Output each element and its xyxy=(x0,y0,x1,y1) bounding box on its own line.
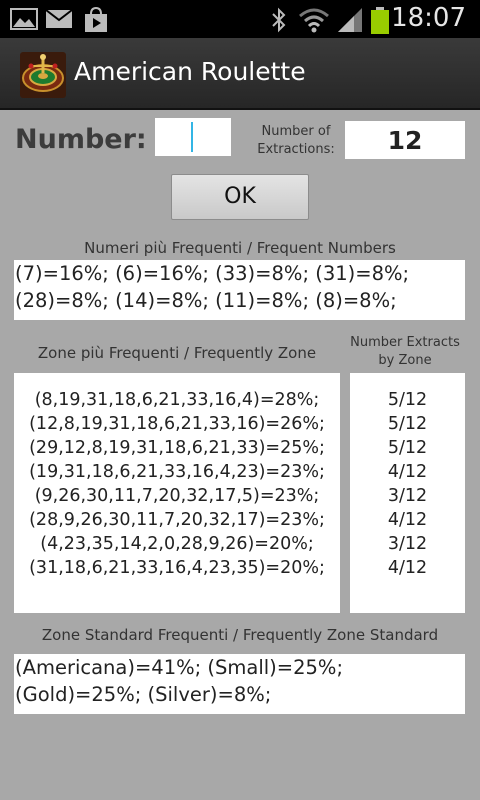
standard-zones-box: (Americana)=41%; (Small)=25%; (Gold)=25%… xyxy=(14,654,465,714)
extractions-label-line1: Number of xyxy=(261,124,331,139)
battery-icon xyxy=(370,7,390,39)
zone-item: (29,12,8,19,31,18,6,21,33)=25%; xyxy=(29,438,325,458)
zone-item: (31,18,6,21,33,16,4,23,35)=20%; xyxy=(29,558,325,578)
signal-icon xyxy=(336,7,364,37)
action-bar: American Roulette xyxy=(0,38,480,110)
zone-item: (28,9,26,30,11,7,20,32,17)=23%; xyxy=(29,510,325,530)
extract-ratio: 3/12 xyxy=(387,534,428,554)
frequent-numbers-heading: Numeri più Frequenti / Frequent Numbers xyxy=(84,239,396,257)
extract-ratio: 5/12 xyxy=(387,414,428,434)
bluetooth-icon xyxy=(270,7,288,37)
extract-ratio: 3/12 xyxy=(387,486,428,506)
clock: 18:07 xyxy=(391,3,466,33)
extract-ratio: 4/12 xyxy=(387,462,428,482)
extractions-field[interactable]: 12 xyxy=(345,121,465,159)
mail-icon xyxy=(45,7,73,35)
frequent-zones-box: (8,19,31,18,6,21,33,16,4)=28%; (12,8,19,… xyxy=(14,373,340,613)
number-label: Number: xyxy=(15,124,147,155)
zone-item: (12,8,19,31,18,6,21,33,16)=26%; xyxy=(29,414,325,434)
frequent-numbers-box: (7)=16%; (6)=16%; (33)=8%; (31)=8%; (28)… xyxy=(14,260,465,320)
zone-item: (19,31,18,6,21,33,16,4,23)=23%; xyxy=(29,462,325,482)
status-bar: 18:07 xyxy=(0,0,480,38)
text-cursor xyxy=(191,122,193,152)
wifi-icon xyxy=(298,7,330,37)
extracts-heading-line2: by Zone xyxy=(378,353,432,368)
number-input[interactable] xyxy=(155,118,231,156)
standard-zones-line: (Gold)=25%; (Silver)=8%; xyxy=(15,683,272,706)
frequent-numbers-line: (7)=16%; (6)=16%; (33)=8%; (31)=8%; xyxy=(15,262,410,285)
extracts-by-zone-box: 5/12 5/12 5/12 4/12 3/12 4/12 3/12 4/12 xyxy=(350,373,465,613)
extract-ratio: 5/12 xyxy=(387,390,428,410)
extract-ratio: 5/12 xyxy=(387,438,428,458)
extracts-by-zone-heading: Number Extracts by Zone xyxy=(344,334,466,370)
extractions-label-line2: Extractions: xyxy=(257,142,335,157)
app-title: American Roulette xyxy=(74,57,306,86)
zone-item: (9,26,30,11,7,20,32,17,5)=23%; xyxy=(34,486,320,506)
zone-item: (8,19,31,18,6,21,33,16,4)=28%; xyxy=(34,390,320,410)
extractions-label: Number of Extractions: xyxy=(254,123,338,159)
store-icon xyxy=(82,6,110,37)
extract-ratio: 4/12 xyxy=(387,510,428,530)
roulette-wheel-icon[interactable] xyxy=(20,52,66,98)
main-content: Number: Number of Extractions: 12 OK Num… xyxy=(0,110,480,800)
frequent-zones-heading: Zone più Frequenti / Frequently Zone xyxy=(37,344,317,362)
ok-button[interactable]: OK xyxy=(171,174,309,220)
zone-item: (4,23,35,14,2,0,28,9,26)=20%; xyxy=(40,534,314,554)
frequent-numbers-line: (28)=8%; (14)=8%; (11)=8%; (8)=8%; xyxy=(15,289,397,312)
standard-zones-line: (Americana)=41%; (Small)=25%; xyxy=(15,656,344,679)
extracts-heading-line1: Number Extracts xyxy=(350,335,460,350)
gallery-icon xyxy=(10,7,38,35)
extract-ratio: 4/12 xyxy=(387,558,428,578)
standard-zones-heading: Zone Standard Frequenti / Frequently Zon… xyxy=(41,626,439,644)
